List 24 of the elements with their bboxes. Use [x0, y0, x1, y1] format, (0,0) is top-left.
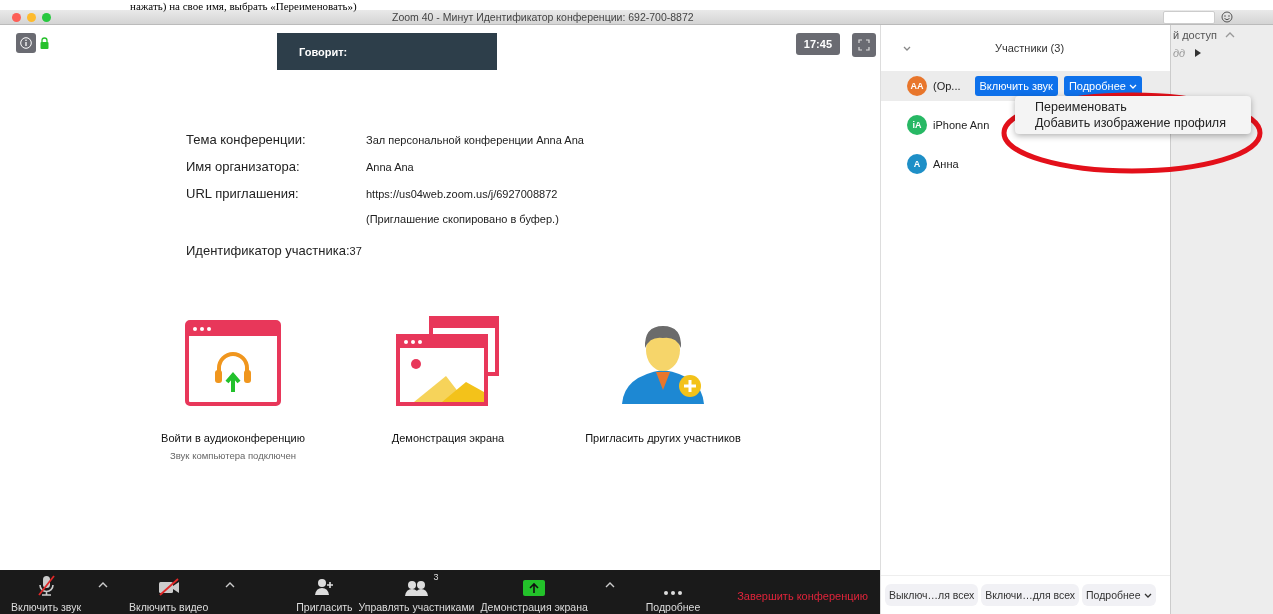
- status-text: Звук компьютера подключен: [170, 450, 296, 461]
- copied-note: (Приглашение скопировано в буфер.): [366, 213, 560, 225]
- field-value: Зал персональной конференции Anna Ana: [366, 133, 585, 146]
- avatar: iA: [907, 115, 927, 135]
- participant-name: Анна: [933, 158, 959, 170]
- field-value: 37: [349, 244, 362, 257]
- avatar: AA: [907, 76, 927, 96]
- participant-name: iPhone Ann: [933, 119, 990, 131]
- field-value: https://us04web.zoom.us/j/6927008872: [366, 187, 559, 200]
- window-title: Zoom 40 - Минут Идентификатор конференции: 692-700-8872: [392, 11, 694, 23]
- caption-text: нажать) на свое имя, выбрать «Переименовать»): [129, 0, 358, 10]
- field-label: Идентификатор участника:: [186, 243, 350, 258]
- clock-badge: 17:45: [795, 33, 840, 55]
- field-label: URL приглашения:: [186, 186, 300, 201]
- partial-text: дд: [1173, 47, 1186, 59]
- avatar: A: [907, 154, 927, 174]
- field-value: Anna Ana: [366, 160, 415, 173]
- partial-text: й доступ: [1173, 29, 1217, 41]
- panel-title: Участники (3): [995, 42, 1065, 54]
- field-label: Имя организатора:: [186, 159, 301, 174]
- field-label: Тема конференции:: [186, 132, 307, 147]
- participant-name: (Ор...: [933, 80, 961, 92]
- speaker-banner: Говорит:: [277, 33, 497, 70]
- participant-count: 3: [433, 572, 439, 582]
